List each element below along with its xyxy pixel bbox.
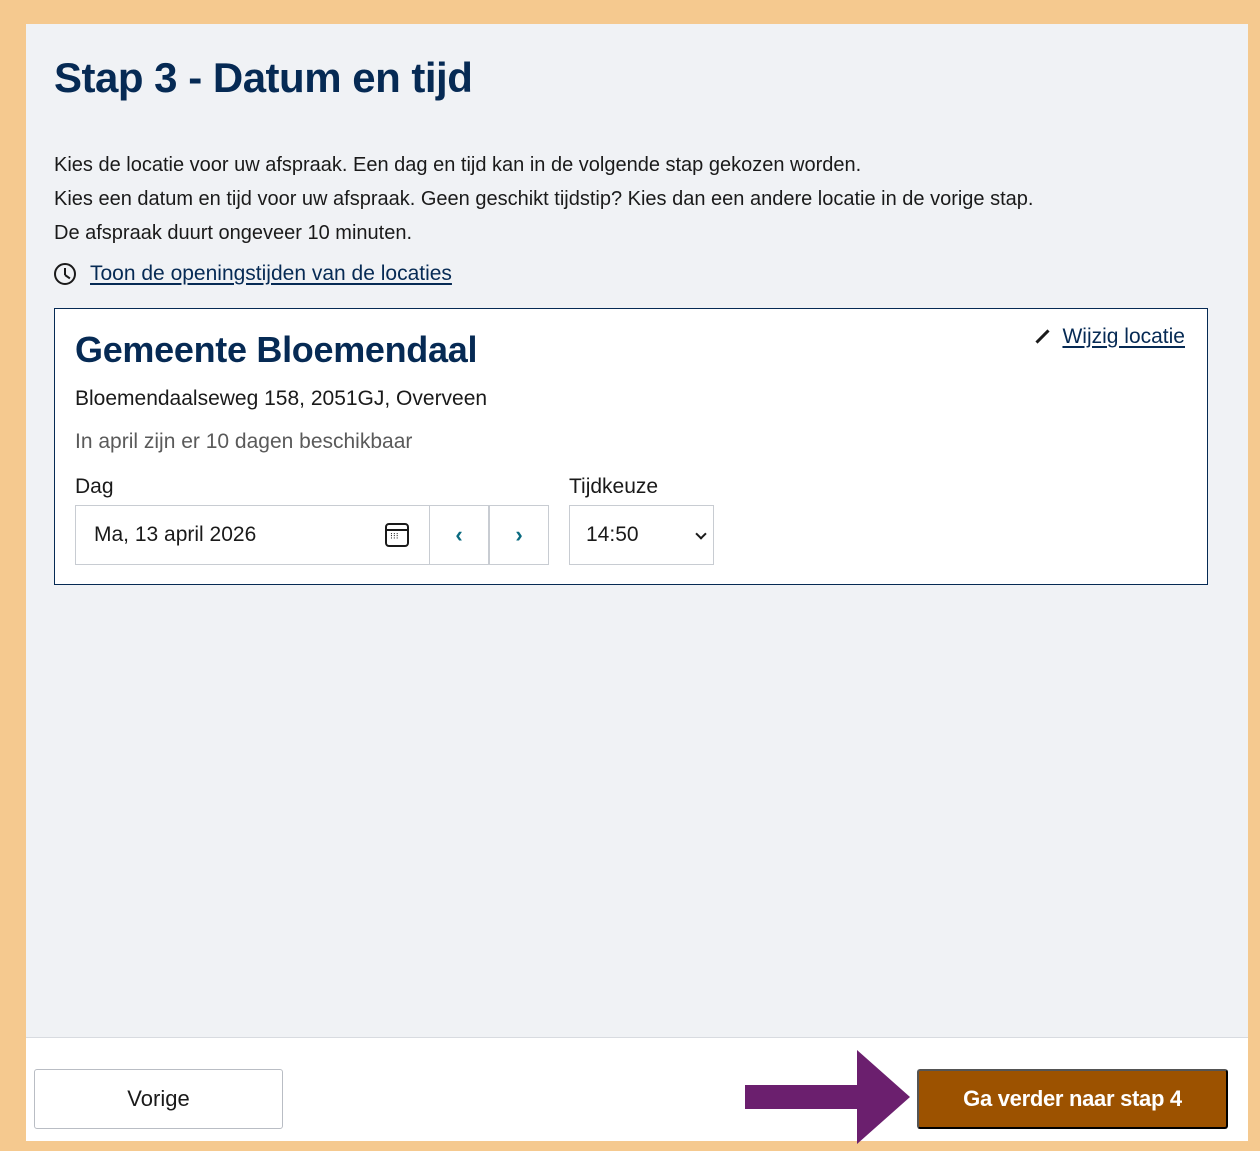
intro-text: Kies de locatie voor uw afspraak. Een da… bbox=[54, 148, 1033, 250]
previous-button[interactable]: Vorige bbox=[34, 1069, 283, 1129]
location-address: Bloemendaalseweg 158, 2051GJ, Overveen bbox=[75, 387, 488, 410]
availability-text: In april zijn er 10 dagen beschikbaar bbox=[75, 430, 413, 453]
next-day-button[interactable]: › bbox=[489, 505, 549, 565]
step-panel: Stap 3 - Datum en tijd Kies de locatie v… bbox=[26, 24, 1248, 1037]
intro-line: De afspraak duurt ongeveer 10 minuten. bbox=[54, 222, 412, 244]
location-name: Gemeente Bloemendaal bbox=[75, 329, 478, 370]
time-value: 14:50 bbox=[586, 523, 639, 546]
chevron-down-icon bbox=[695, 528, 707, 540]
annotation-arrow bbox=[745, 1050, 910, 1144]
day-label: Dag bbox=[75, 475, 114, 498]
continue-button[interactable]: Ga verder naar stap 4 bbox=[917, 1069, 1228, 1129]
date-input[interactable]: Ma, 13 april 2026 bbox=[75, 505, 430, 565]
change-location-link[interactable]: Wijzig locatie bbox=[1034, 325, 1185, 349]
pencil-icon bbox=[1034, 329, 1050, 345]
chevron-right-icon: › bbox=[515, 522, 523, 547]
location-card: Gemeente Bloemendaal Wijzig locatie Bloe… bbox=[54, 308, 1208, 585]
previous-day-button[interactable]: ‹ bbox=[429, 505, 489, 565]
footer-bar: Vorige Ga verder naar stap 4 bbox=[26, 1037, 1248, 1141]
arrow-right-icon bbox=[745, 1050, 910, 1144]
opening-hours-link[interactable]: Toon de openingstijden van de locaties bbox=[54, 262, 452, 286]
intro-line: Kies een datum en tijd voor uw afspraak.… bbox=[54, 188, 1034, 210]
date-value: Ma, 13 april 2026 bbox=[94, 523, 257, 546]
clock-icon bbox=[54, 263, 76, 285]
change-location-label: Wijzig locatie bbox=[1062, 325, 1185, 348]
time-select[interactable]: 14:50 bbox=[569, 505, 714, 565]
time-label: Tijdkeuze bbox=[569, 475, 659, 498]
chevron-left-icon: ‹ bbox=[455, 522, 463, 547]
page-title: Stap 3 - Datum en tijd bbox=[54, 54, 473, 101]
intro-line: Kies de locatie voor uw afspraak. Een da… bbox=[54, 154, 862, 176]
opening-hours-link-label: Toon de openingstijden van de locaties bbox=[90, 262, 452, 285]
calendar-icon[interactable] bbox=[385, 523, 409, 547]
